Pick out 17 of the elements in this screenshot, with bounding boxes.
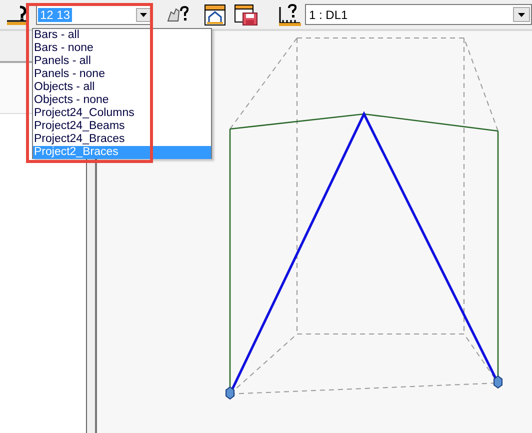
dropdown-arrow-icon (140, 12, 147, 16)
load-help-icon[interactable] (278, 4, 302, 26)
dropdown-item[interactable]: Panels - all (33, 55, 211, 68)
load-case-combo[interactable]: 1 : DL1 (305, 4, 532, 25)
hand-help-icon[interactable] (165, 4, 189, 24)
dropdown-item[interactable]: Project24_Columns (33, 107, 211, 120)
dropdown-item[interactable]: Project24_Braces (33, 133, 211, 146)
save-window-icon[interactable] (234, 4, 258, 26)
dropdown-item[interactable]: Bars - none (33, 42, 211, 55)
dropdown-item[interactable]: Objects - all (33, 81, 211, 94)
dropdown-item[interactable]: Bars - all (33, 29, 211, 42)
dropdown-item[interactable]: Panels - none (33, 68, 211, 81)
combo-value: 12 13 (38, 8, 72, 22)
dropdown-arrow-icon (518, 12, 525, 16)
dropdown-item[interactable]: Project24_Beams (33, 120, 211, 133)
dropdown-item[interactable]: Objects - none (33, 94, 211, 107)
window-icon[interactable] (204, 4, 226, 26)
